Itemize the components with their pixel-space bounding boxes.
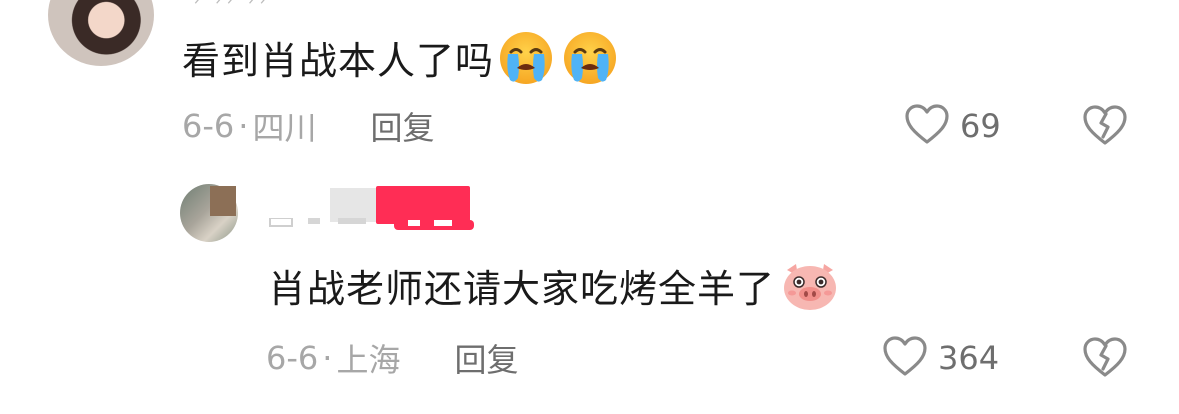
dislike-button[interactable] — [1082, 336, 1128, 382]
comment-date: 6-6 — [182, 107, 235, 145]
commenter-name-cropped: ᐟ ᐟᐟ ᐟᐟ — [194, 0, 272, 15]
cropped-name-strip — [269, 218, 474, 230]
loudly-crying-face-icon — [498, 30, 554, 92]
heart-icon — [904, 103, 950, 149]
like-button[interactable]: 364 — [882, 336, 999, 380]
comment-location: 四川 — [252, 109, 317, 147]
meta-separator: · — [238, 107, 249, 145]
pig-face-icon — [781, 260, 839, 318]
reply-location: 上海 — [336, 341, 401, 379]
loudly-crying-face-icon — [562, 30, 618, 92]
reply-text: 肖战老师还请大家吃烤全羊了 — [268, 267, 776, 311]
dislike-button[interactable] — [1082, 104, 1128, 150]
broken-heart-icon — [1082, 105, 1128, 150]
reply-date: 6-6 — [266, 339, 319, 377]
like-count: 364 — [938, 339, 1000, 377]
comment-body: 看到肖战本人了吗 — [182, 32, 618, 86]
like-count: 69 — [960, 107, 1001, 145]
commenter-avatar[interactable] — [48, 0, 154, 66]
comment-text: 看到肖战本人了吗 — [182, 39, 495, 83]
heart-icon — [882, 335, 928, 381]
meta-separator: · — [322, 339, 333, 377]
comment-meta: 6-6 · 四川 回复 — [182, 103, 434, 149]
reply-button[interactable]: 回复 — [454, 335, 518, 381]
reply-meta: 6-6 · 上海 回复 — [266, 335, 518, 381]
reply-button[interactable]: 回复 — [370, 103, 434, 149]
reply-body: 肖战老师还请大家吃烤全羊了 — [268, 264, 839, 314]
avatar-overlay — [210, 186, 236, 216]
like-button[interactable]: 69 — [904, 104, 1001, 148]
redacted-name-block — [330, 188, 376, 222]
broken-heart-icon — [1082, 337, 1128, 382]
